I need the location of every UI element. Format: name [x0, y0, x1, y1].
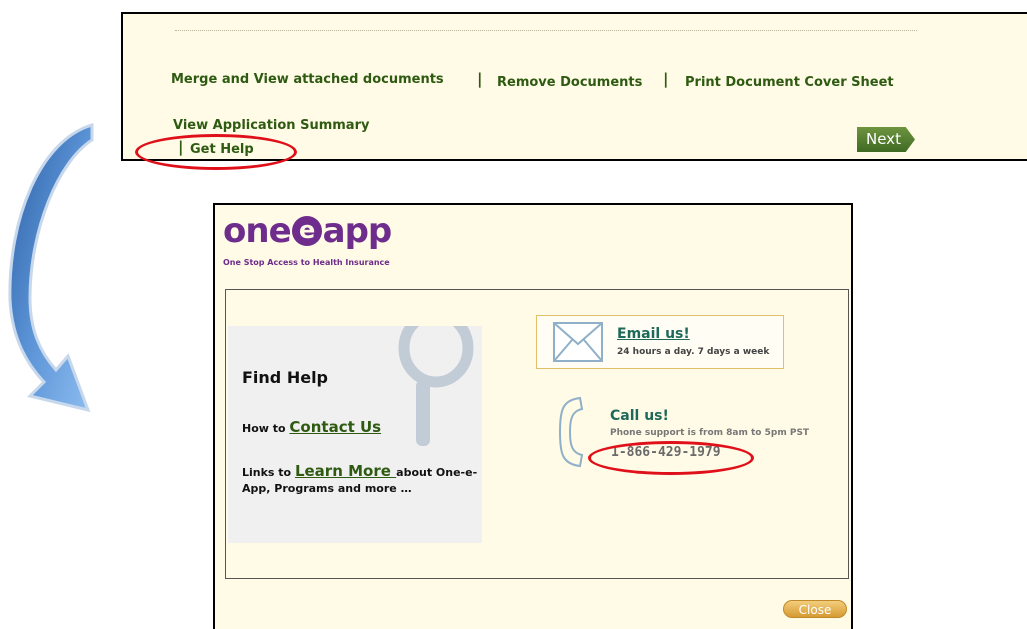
email-availability: 24 hours a day. 7 days a week — [617, 347, 770, 357]
divider — [175, 30, 917, 31]
call-support-hours: Phone support is from 8am to 5pm PST — [610, 428, 810, 438]
remove-documents-link[interactable]: Remove Documents — [497, 75, 642, 90]
find-help-panel: Find Help How to Contact Us Links to Lea… — [228, 326, 482, 543]
email-card: Email us! 24 hours a day. 7 days a week — [536, 315, 784, 369]
envelope-icon — [553, 322, 603, 362]
email-us-link[interactable]: Email us! — [617, 326, 690, 342]
oneeapp-logo: one e app — [223, 211, 392, 251]
learn-more-prefix: Links to — [242, 466, 295, 479]
phone-icon — [558, 396, 584, 468]
help-content-box: Find Help How to Contact Us Links to Lea… — [225, 289, 849, 579]
close-button[interactable]: Close — [783, 600, 847, 618]
learn-more-link[interactable]: Learn More — [295, 462, 396, 480]
curved-arrow-icon — [8, 123, 94, 413]
contact-prefix: How to — [242, 422, 290, 435]
magnifier-icon — [398, 326, 474, 446]
help-popup: one e app One Stop Access to Health Insura… — [213, 203, 853, 629]
merge-view-documents-link[interactable]: Merge and View attached documents — [171, 72, 444, 87]
call-us-title: Call us! — [610, 408, 669, 424]
next-button[interactable]: Next — [857, 127, 915, 152]
highlight-oval-get-help — [135, 134, 297, 170]
separator: | — [477, 70, 483, 88]
separator: | — [663, 70, 669, 88]
logo-tagline: One Stop Access to Health Insurance — [223, 258, 390, 267]
highlight-oval-phone — [588, 441, 754, 475]
print-cover-sheet-link[interactable]: Print Document Cover Sheet — [685, 75, 894, 90]
find-help-title: Find Help — [242, 368, 329, 387]
learn-more-line: Links to Learn More about One-e-App, Pro… — [242, 463, 478, 497]
view-application-summary-link[interactable]: View Application Summary — [173, 118, 369, 133]
contact-us-link[interactable]: Contact Us — [289, 418, 381, 436]
contact-line: How to Contact Us — [242, 418, 381, 436]
